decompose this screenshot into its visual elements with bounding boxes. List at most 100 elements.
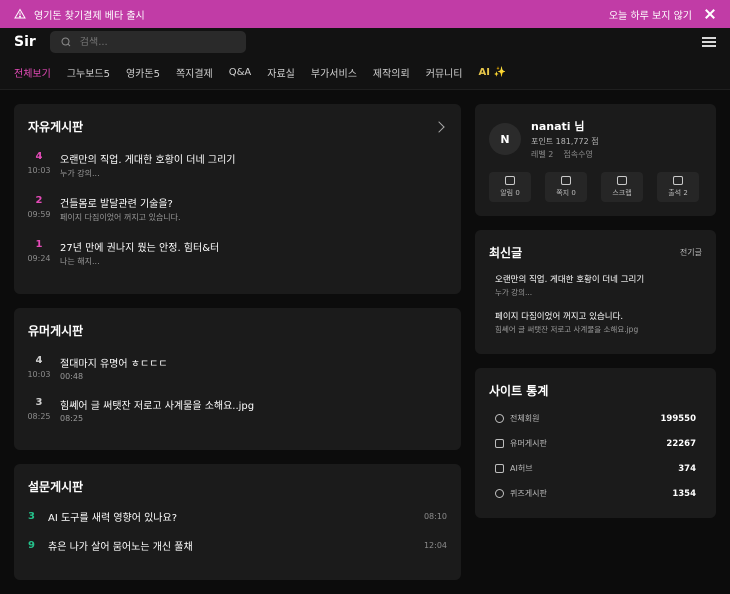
main-content: 자유게시판 4 10:03 오랜만의 직업. 게대한 호황이 더네 그리기 누가…	[0, 90, 730, 594]
post-number: 4	[35, 151, 43, 162]
left-column: 자유게시판 4 10:03 오랜만의 직업. 게대한 호황이 더네 그리기 누가…	[14, 104, 461, 580]
dismiss-today-link[interactable]: 오늘 하루 보지 않기	[609, 7, 692, 22]
quick-actions: 알림 0 쪽지 0 스크랩 출석 2	[489, 172, 702, 202]
notifications-button[interactable]: 알림 0	[489, 172, 531, 202]
search-box[interactable]	[49, 31, 246, 53]
latest-card: 최신글 전기글 오랜만의 직업. 게대한 호황이 더네 그리기 누가 강의...…	[475, 230, 716, 354]
banner-message: 영기돈 찾기결제 베타 출시	[14, 7, 145, 22]
stat-value: 1354	[672, 488, 696, 499]
profile-level-row: 레벨 2 접속수영	[531, 149, 599, 160]
post-number: 4	[35, 355, 43, 366]
nav-item-gnuboard5[interactable]: 그누보드5	[67, 65, 110, 80]
stat-label: 퀴즈게시판	[510, 489, 547, 498]
list-item[interactable]: 페이지 다짐이었어 꺼지고 있습니다. 힘쎄어 글 써탯잔 저로고 사계물을 소…	[489, 310, 702, 335]
banner-actions: 오늘 하루 보지 않기	[609, 7, 716, 22]
post-title[interactable]: 힘쎄어 글 써탯잔 저로고 사계물을 소해요..jpg	[60, 397, 447, 412]
robot-icon	[495, 464, 504, 473]
post-excerpt: 누가 강의...	[60, 169, 100, 178]
survey-board-card: 설문게시판 3 AI 도구를 새력 영향어 있나요? 08:10 9 츄은 나가…	[14, 464, 461, 580]
survey-board-header: 설문게시판	[28, 478, 447, 495]
mail-icon	[561, 176, 571, 185]
nav-item-extras[interactable]: 부가서비스	[311, 65, 357, 80]
nav-item-all[interactable]: 전체보기	[14, 65, 51, 80]
humor-board-header: 유머게시판	[28, 322, 447, 339]
stat-row-humor: 유머게시판 22267	[489, 438, 702, 449]
profile-name[interactable]: nanati 님	[531, 118, 599, 134]
list-item[interactable]: 4 10:03 오랜만의 직업. 게대한 호황이 더네 그리기 누가 강의...	[27, 151, 447, 179]
search-input[interactable]	[79, 36, 230, 48]
attendance-label: 출석 2	[668, 189, 688, 197]
latest-title: 최신글	[489, 246, 523, 260]
nav-item-resources[interactable]: 자료실	[267, 65, 295, 80]
stat-value: 22267	[666, 438, 696, 449]
profile-card: N nanati 님 포인트 181,772 점 레벨 2 접속수영 알림 0	[475, 104, 716, 216]
free-board-header: 자유게시판	[28, 118, 447, 135]
list-item[interactable]: 4 10:03 절대마지 유명어 ㅎㄷㄷㄷ 00:48	[27, 355, 447, 381]
latest-item-title[interactable]: 오랜만의 직업. 게대한 호황이 더네 그리기	[495, 273, 702, 285]
nav-item-youngcart5[interactable]: 영카돈5	[126, 65, 160, 80]
post-meta: 2 09:59	[27, 195, 50, 223]
site-stats-title: 사이트 통계	[489, 384, 549, 398]
scrap-button[interactable]: 스크랩	[601, 172, 643, 202]
free-board-card: 자유게시판 4 10:03 오랜만의 직업. 게대한 호황이 더네 그리기 누가…	[14, 104, 461, 294]
post-title[interactable]: 건들몸로 발달관련 기술을?	[60, 195, 447, 210]
survey-time: 08:10	[423, 512, 447, 521]
nav-item-message-pay[interactable]: 쪽지결제	[176, 65, 213, 80]
nav-item-ai[interactable]: AI ✨	[479, 67, 506, 78]
list-item[interactable]: 3 08:25 힘쎄어 글 써탯잔 저로고 사계물을 소해요..jpg 08:2…	[27, 397, 447, 423]
stat-label-wrap: 유머게시판	[495, 438, 547, 449]
menu-icon[interactable]	[702, 37, 716, 47]
list-item[interactable]: 3 AI 도구를 새력 영향어 있나요? 08:10	[28, 509, 447, 524]
stat-row-quiz: 퀴즈게시판 1354	[489, 488, 702, 499]
profile-level: 레벨 2	[531, 150, 554, 159]
logo[interactable]: Sir	[14, 34, 36, 50]
post-title[interactable]: 27년 만에 권나지 뭤는 안정. 힘터&터	[60, 239, 447, 254]
stat-label: AI허브	[510, 464, 533, 473]
close-icon[interactable]	[704, 8, 716, 20]
top-banner: 영기돈 찾기결제 베타 출시 오늘 하루 보지 않기	[0, 0, 730, 28]
profile-info: nanati 님 포인트 181,772 점 레벨 2 접속수영	[531, 118, 599, 160]
nav-item-community[interactable]: 커뮤니티	[426, 65, 463, 80]
search-icon	[61, 37, 71, 47]
post-title[interactable]: 오랜만의 직업. 게대한 호황이 더네 그리기	[60, 151, 447, 166]
stat-label-wrap: 전체회원	[495, 413, 539, 424]
latest-item-title[interactable]: 페이지 다짐이었어 꺼지고 있습니다.	[495, 310, 702, 322]
chevron-right-icon[interactable]	[433, 120, 445, 133]
post-number: 1	[35, 239, 43, 250]
post-body: 오랜만의 직업. 게대한 호황이 더네 그리기 누가 강의...	[60, 151, 447, 179]
post-body: 27년 만에 권나지 뭤는 안정. 힘터&터 나는 해지...	[60, 239, 447, 267]
survey-number: 3	[28, 511, 35, 522]
list-item[interactable]: 2 09:59 건들몸로 발달관련 기술을? 페이지 다짐이었어 꺼지고 있습니…	[27, 195, 447, 223]
humor-board-title: 유머게시판	[28, 324, 84, 338]
post-time: 08:25	[27, 412, 51, 421]
post-title[interactable]: 절대마지 유명어 ㅎㄷㄷㄷ	[60, 355, 447, 370]
site-stats-header: 사이트 통계	[489, 382, 702, 399]
list-item[interactable]: 1 09:24 27년 만에 권나지 뭤는 안정. 힘터&터 나는 해지...	[27, 239, 447, 267]
post-body: 절대마지 유명어 ㅎㄷㄷㄷ 00:48	[60, 355, 447, 381]
post-body: 건들몸로 발달관련 기술을? 페이지 다짐이었어 꺼지고 있습니다.	[60, 195, 447, 223]
list-item[interactable]: 9 츄은 나가 살어 뭄어노는 개신 풀채 12:04	[28, 538, 447, 553]
messages-button[interactable]: 쪽지 0	[545, 172, 587, 202]
stat-label: 전체회원	[510, 414, 540, 423]
latest-item-desc: 누가 강의...	[495, 288, 533, 297]
right-column: N nanati 님 포인트 181,772 점 레벨 2 접속수영 알림 0	[475, 104, 716, 580]
stat-label-wrap: 퀴즈게시판	[495, 488, 547, 499]
question-icon	[495, 489, 504, 498]
list-item[interactable]: 오랜만의 직업. 게대한 호황이 더네 그리기 누가 강의...	[489, 273, 702, 298]
attendance-button[interactable]: 출석 2	[657, 172, 699, 202]
post-body: 힘쎄어 글 써탯잔 저로고 사계물을 소해요..jpg 08:25	[60, 397, 447, 423]
post-excerpt: 08:25	[60, 414, 84, 423]
free-board-title: 자유게시판	[28, 120, 84, 134]
survey-title[interactable]: 츄은 나가 살어 뭄어노는 개신 풀채	[48, 538, 414, 553]
latest-more-link[interactable]: 전기글	[680, 247, 702, 258]
survey-title[interactable]: AI 도구를 새력 영향어 있나요?	[48, 509, 414, 524]
avatar[interactable]: N	[489, 123, 521, 155]
post-excerpt: 00:48	[60, 372, 84, 381]
users-icon	[673, 176, 683, 185]
nav-item-qa[interactable]: Q&A	[229, 67, 252, 78]
main-nav: 전체보기 그누보드5 영카돈5 쪽지결제 Q&A 자료실 부가서비스 제작의뢰 …	[0, 56, 730, 90]
post-number: 3	[35, 397, 43, 408]
survey-time: 12:04	[423, 541, 447, 550]
post-time: 10:03	[27, 370, 51, 379]
nav-item-requests[interactable]: 제작의뢰	[373, 65, 410, 80]
